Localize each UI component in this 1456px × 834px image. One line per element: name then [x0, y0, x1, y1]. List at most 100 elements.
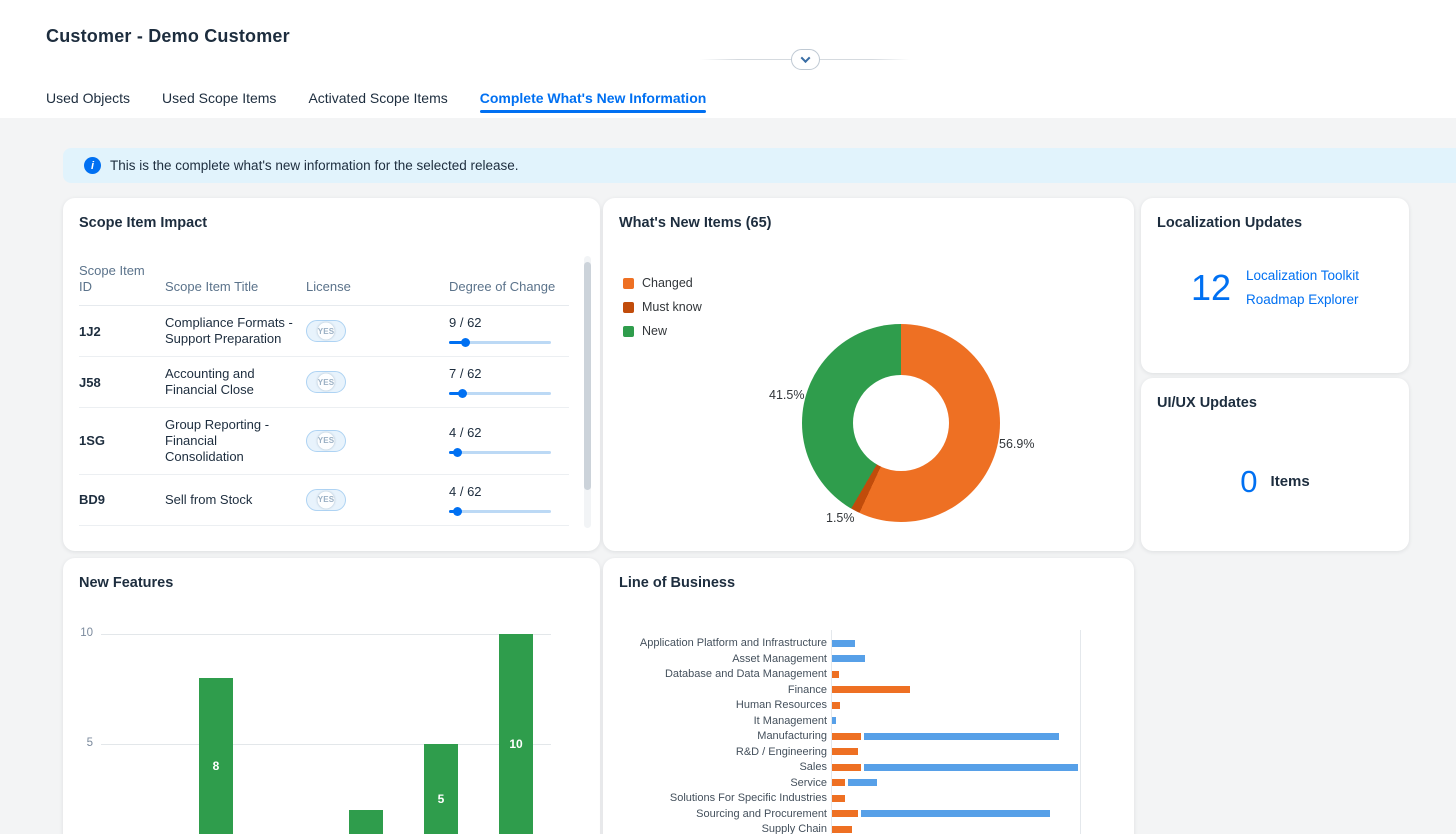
lob-category-label: Service: [790, 776, 827, 789]
lob-bar-blue: [863, 732, 1059, 740]
scope-item-title-cell: Accounting and Financial Close: [165, 366, 255, 397]
table-row: 1SG Group Reporting - Financial Consolida…: [79, 408, 569, 475]
license-cell: YES: [306, 429, 449, 452]
new-features-chart: 10 5 8 5 10: [63, 558, 600, 834]
feature-bar: [499, 634, 533, 834]
content-area: i This is the complete what's new inform…: [0, 118, 1456, 834]
slider-track: [449, 509, 551, 513]
localization-toolkit-link[interactable]: Localization Toolkit: [1246, 268, 1359, 283]
lob-bar-orange: [832, 810, 858, 817]
lob-category-label: Sales: [799, 761, 827, 773]
lob-bar-orange: [832, 825, 852, 833]
tab-complete-what-s-new-information[interactable]: Complete What's New Information: [479, 90, 706, 120]
legend-swatch-changed: [623, 277, 634, 289]
lob-bar-orange: [832, 763, 861, 771]
degree-value: 4 / 62: [449, 424, 482, 440]
tab-used-objects[interactable]: Used Objects: [46, 90, 130, 120]
page-title: Customer - Demo Customer: [46, 26, 290, 46]
collapse-header-button[interactable]: [791, 49, 820, 70]
card-title-whats-new-items: What's New Items (65): [619, 215, 772, 231]
degree-slider: [449, 337, 551, 347]
toggle-label: YES: [317, 377, 335, 387]
lob-bar-orange: [832, 701, 840, 709]
feature-bar-value: 8: [212, 759, 220, 773]
slider-track: [449, 450, 551, 454]
lob-bar-orange: [832, 748, 858, 755]
scope-item-id-cell: J58: [79, 374, 101, 390]
uiux-body: 0 Items: [1141, 466, 1409, 497]
lob-category-label: R&D / Engineering: [735, 745, 827, 758]
scope-item-id-cell: 1J2: [79, 323, 101, 339]
table-body: 1J2 Compliance Formats - Support Preparat…: [79, 306, 569, 526]
localization-links: Localization Toolkit Roadmap Explorer: [1246, 268, 1359, 307]
feature-bar-value: 10: [509, 737, 523, 751]
column-header-license: License: [306, 278, 351, 294]
slider-knob: [452, 447, 462, 457]
degree-slider: [449, 388, 551, 398]
page: Customer - Demo Customer Used Objects Use…: [0, 0, 1456, 834]
degree-value: 4 / 62: [449, 483, 482, 499]
lob-bar-orange: [832, 732, 861, 740]
license-toggle[interactable]: YES: [306, 429, 346, 452]
legend-item-must-know: Must know: [623, 300, 702, 314]
lob-category-label: Asset Management: [732, 652, 827, 665]
lob-category-label: Manufacturing: [757, 730, 827, 742]
feature-bar-value: 5: [437, 792, 445, 806]
table-header-row: Scope Item ID Scope Item Title License D…: [79, 258, 569, 306]
feature-bar: [199, 678, 233, 834]
degree-of-change-cell: 9 / 62: [449, 315, 584, 347]
column-header-scope-item-id: Scope Item ID: [79, 262, 145, 294]
slider-knob: [457, 389, 467, 398]
table-row: J58 Accounting and Financial Close YES 7 / …: [79, 357, 569, 408]
license-toggle[interactable]: YES: [306, 488, 346, 511]
tab-used-scope-items[interactable]: Used Scope Items: [162, 90, 276, 120]
roadmap-explorer-link[interactable]: Roadmap Explorer: [1246, 292, 1359, 307]
donut-label-changed: 56.9%: [999, 437, 1035, 451]
lob-bar-orange: [832, 670, 839, 678]
scope-item-id-cell: BD9: [79, 492, 106, 508]
scope-item-title-cell: Group Reporting - Financial Consolidatio…: [165, 417, 270, 464]
scrollbar-thumb[interactable]: [584, 262, 591, 490]
scope-item-title-cell: Compliance Formats - Support Preparation: [165, 315, 293, 346]
lob-category-label: Solutions For Specific Industries: [669, 792, 827, 804]
slider-knob: [460, 338, 470, 347]
localization-count: 12: [1190, 266, 1231, 308]
localization-updates-card: Localization Updates 12 Localization Too…: [1141, 198, 1409, 373]
tab-activated-scope-items[interactable]: Activated Scope Items: [308, 90, 447, 120]
legend-swatch-new: [623, 325, 634, 337]
scope-item-impact-card: Scope Item Impact Scope Item ID Scope It…: [63, 198, 600, 551]
lob-bar-orange: [832, 779, 845, 786]
lob-bar-blue: [832, 717, 836, 724]
donut-label-must-know: 1.5%: [826, 511, 855, 525]
toggle-label: YES: [317, 436, 335, 446]
legend-swatch-must-know: [623, 301, 634, 313]
degree-slider: [449, 506, 551, 516]
lob-category-label: Database and Data Management: [664, 668, 827, 680]
new-features-card: New Features 10 5 8 5 10: [63, 558, 600, 834]
lob-category-label: Sourcing and Procurement: [696, 807, 827, 820]
uiux-items-label: Items: [1270, 473, 1310, 490]
license-toggle[interactable]: YES: [306, 371, 346, 393]
toggle-label: YES: [317, 326, 335, 336]
donut-hole: [853, 375, 949, 471]
legend-item-new: New: [623, 324, 702, 338]
scope-item-title-cell: Sell from Stock: [165, 491, 253, 507]
degree-slider: [449, 447, 551, 457]
y-axis-tick-10: 10: [80, 627, 93, 639]
info-icon: i: [84, 157, 101, 174]
lob-bar-blue: [863, 763, 1079, 771]
license-toggle[interactable]: YES: [306, 320, 346, 342]
lob-category-label: Supply Chain: [761, 823, 827, 834]
gridline-10: [101, 634, 551, 635]
gridline-5: [101, 744, 551, 745]
legend-label-new: New: [642, 324, 668, 338]
license-cell: YES: [306, 371, 449, 393]
card-title-scope-item-impact: Scope Item Impact: [79, 215, 208, 231]
chevron-down-icon: [800, 53, 811, 64]
tab-bar: Used Objects Used Scope Items Activated Sc…: [46, 90, 706, 120]
lob-category-label: Human Resources: [735, 699, 827, 711]
lob-bar-blue: [848, 779, 877, 786]
degree-of-change-cell: 7 / 62: [449, 366, 584, 398]
license-cell: YES: [306, 488, 449, 511]
toggle-label: YES: [317, 495, 335, 505]
